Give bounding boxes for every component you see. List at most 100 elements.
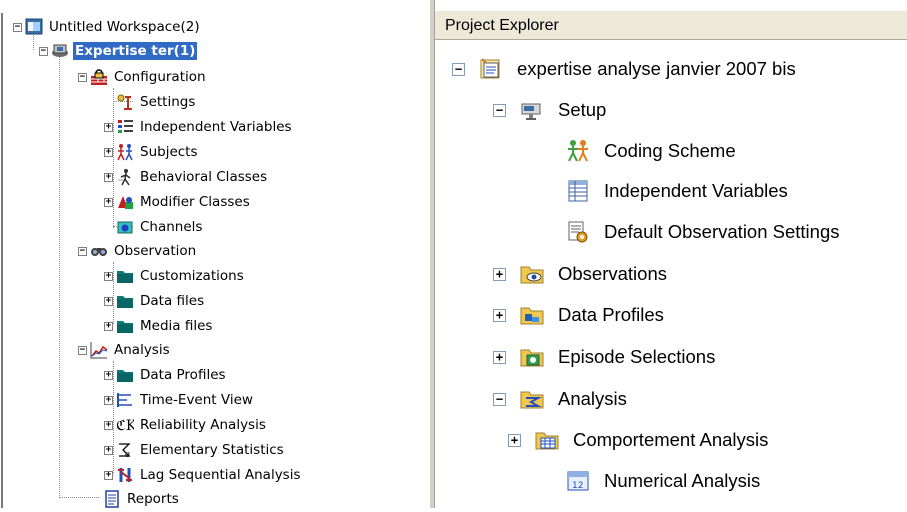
expand-toggle[interactable]: + <box>104 197 113 207</box>
tree-item-analysis[interactable]: − Analysis <box>493 384 627 414</box>
analysis-icon <box>90 341 108 359</box>
collapse-toggle[interactable]: − <box>452 62 465 76</box>
project-icon <box>51 42 69 60</box>
tree-item-subjects[interactable]: + Subjects <box>104 141 200 163</box>
tree-item-label: Lag Sequential Analysis <box>140 467 301 483</box>
project-explorer-panel: Project Explorer − expertise analyse jan… <box>430 0 907 508</box>
project-icon <box>479 57 503 81</box>
tree-item-reports[interactable]: Reports <box>91 488 181 510</box>
collapse-toggle[interactable]: − <box>13 22 22 32</box>
expand-toggle[interactable]: + <box>104 370 113 380</box>
collapse-toggle[interactable]: − <box>78 246 87 256</box>
channels-icon <box>116 218 134 236</box>
tree-item-time-event-view[interactable]: + Time-Event View <box>104 389 255 411</box>
expand-toggle[interactable]: + <box>104 321 113 331</box>
tree-item-label: Data files <box>140 293 205 309</box>
tree-item-settings[interactable]: Settings <box>104 91 197 113</box>
tree-item-default-observation-settings[interactable]: Default Observation Settings <box>539 217 840 247</box>
tree-item-observations[interactable]: + Observations <box>493 259 667 289</box>
tree-item-label: Expertise ter(1) <box>73 42 198 60</box>
tree-item-episode-selections[interactable]: + Episode Selections <box>493 342 715 372</box>
configuration-icon <box>90 68 108 86</box>
tree-item-data-profiles[interactable]: + Data Profiles <box>104 364 228 386</box>
tree-item-label: Data Profiles <box>140 367 226 383</box>
expand-toggle[interactable]: + <box>104 147 113 157</box>
tree-item-workspace[interactable]: − Untitled Workspace(2) <box>13 16 202 38</box>
collapse-toggle[interactable]: − <box>78 72 87 82</box>
folder-icon <box>116 317 134 335</box>
tree-item-customizations[interactable]: + Customizations <box>104 265 246 287</box>
tree-item-label: Coding Scheme <box>604 140 736 161</box>
tree-item-data-files[interactable]: + Data files <box>104 290 206 312</box>
comportement-analysis-icon <box>535 428 559 452</box>
tree-item-observation[interactable]: − Observation <box>78 240 198 262</box>
tree-item-label: Settings <box>140 94 196 110</box>
tree-item-label: expertise analyse janvier 2007 bis <box>517 58 796 79</box>
panel-splitter[interactable] <box>430 0 435 508</box>
tree-item-configuration[interactable]: − Configuration <box>78 66 208 88</box>
tree-item-elementary-statistics[interactable]: + σ Elementary Statistics <box>104 439 286 461</box>
expand-toggle[interactable]: + <box>104 420 113 430</box>
tree-item-label: Default Observation Settings <box>604 221 840 242</box>
tree-item-label: Untitled Workspace(2) <box>49 19 200 35</box>
tree-item-project-root[interactable]: − expertise analyse janvier 2007 bis <box>452 54 796 84</box>
collapse-toggle[interactable]: − <box>78 345 87 355</box>
tree-item-analysis[interactable]: − Analysis <box>78 339 172 361</box>
tree-item-coding-scheme[interactable]: Coding Scheme <box>539 136 736 166</box>
numerical-analysis-icon: 12 <box>566 469 590 493</box>
tree-item-data-profiles[interactable]: + Data Profiles <box>493 300 664 330</box>
expand-toggle[interactable]: + <box>104 122 113 132</box>
tree-item-lag-sequential-analysis[interactable]: + Lag Sequential Analysis <box>104 464 303 486</box>
expand-toggle[interactable]: + <box>508 433 521 447</box>
expand-toggle[interactable]: + <box>493 308 506 322</box>
tree-item-comportement-analysis[interactable]: + Comportement Analysis <box>508 425 768 455</box>
tree-item-modifier-classes[interactable]: + Modifier Classes <box>104 191 252 213</box>
tree-item-independent-variables[interactable]: + Independent Variables <box>104 116 294 138</box>
panel-title: Project Explorer <box>435 10 907 40</box>
tree-item-label: Channels <box>140 219 203 235</box>
independent-variables-icon <box>116 118 134 136</box>
tree-item-label: Customizations <box>140 268 244 284</box>
tree-item-label: Data Profiles <box>558 304 664 325</box>
expand-toggle[interactable]: + <box>104 296 113 306</box>
episode-selections-icon <box>520 345 544 369</box>
tree-connector <box>59 56 60 496</box>
tree-item-independent-variables[interactable]: Independent Variables <box>539 176 788 206</box>
tree-item-behavioral-classes[interactable]: + Behavioral Classes <box>104 166 269 188</box>
tree-item-label: Analysis <box>114 342 170 358</box>
tree-item-label: Analysis <box>558 388 627 409</box>
settings-icon <box>116 93 134 111</box>
tree-item-channels[interactable]: Channels <box>104 216 204 238</box>
expand-toggle[interactable]: + <box>104 395 113 405</box>
tree-item-project[interactable]: − Expertise ter(1) <box>39 40 198 62</box>
tree-item-label: Media files <box>140 318 213 334</box>
tree-item-numerical-analysis[interactable]: 12 Numerical Analysis <box>539 466 760 496</box>
reports-icon <box>103 490 121 508</box>
svg-text:σ: σ <box>125 450 131 459</box>
tree-item-label: Observations <box>558 263 667 284</box>
folder-icon <box>116 366 134 384</box>
tree-item-label: Setup <box>558 99 607 120</box>
collapse-toggle[interactable]: − <box>493 392 506 406</box>
tree-item-label: Comportement Analysis <box>573 429 769 450</box>
expand-toggle[interactable]: + <box>104 470 113 480</box>
expand-toggle[interactable]: + <box>493 350 506 364</box>
expand-toggle[interactable]: + <box>104 271 113 281</box>
collapse-toggle[interactable]: − <box>493 103 506 117</box>
tree-item-label: Independent Variables <box>140 119 292 135</box>
expand-toggle[interactable]: + <box>104 445 113 455</box>
observation-icon <box>90 242 108 260</box>
collapse-toggle[interactable]: − <box>39 46 48 56</box>
statistics-icon: σ <box>116 441 134 459</box>
expand-toggle[interactable]: + <box>104 172 113 182</box>
expand-toggle[interactable]: + <box>493 267 506 281</box>
workspace-tree-panel: − Untitled Workspace(2) − Expertise ter(… <box>0 0 383 508</box>
tree-item-media-files[interactable]: + Media files <box>104 315 214 337</box>
tree-item-label: Reports <box>127 491 179 507</box>
tree-item-setup[interactable]: − Setup <box>493 95 606 125</box>
tree-item-reliability-analysis[interactable]: + ℭK Reliability Analysis <box>104 414 268 436</box>
tree-item-label: Subjects <box>140 144 198 160</box>
subjects-icon <box>116 143 134 161</box>
tree-item-label: Modifier Classes <box>140 194 250 210</box>
coding-scheme-icon <box>566 139 590 163</box>
